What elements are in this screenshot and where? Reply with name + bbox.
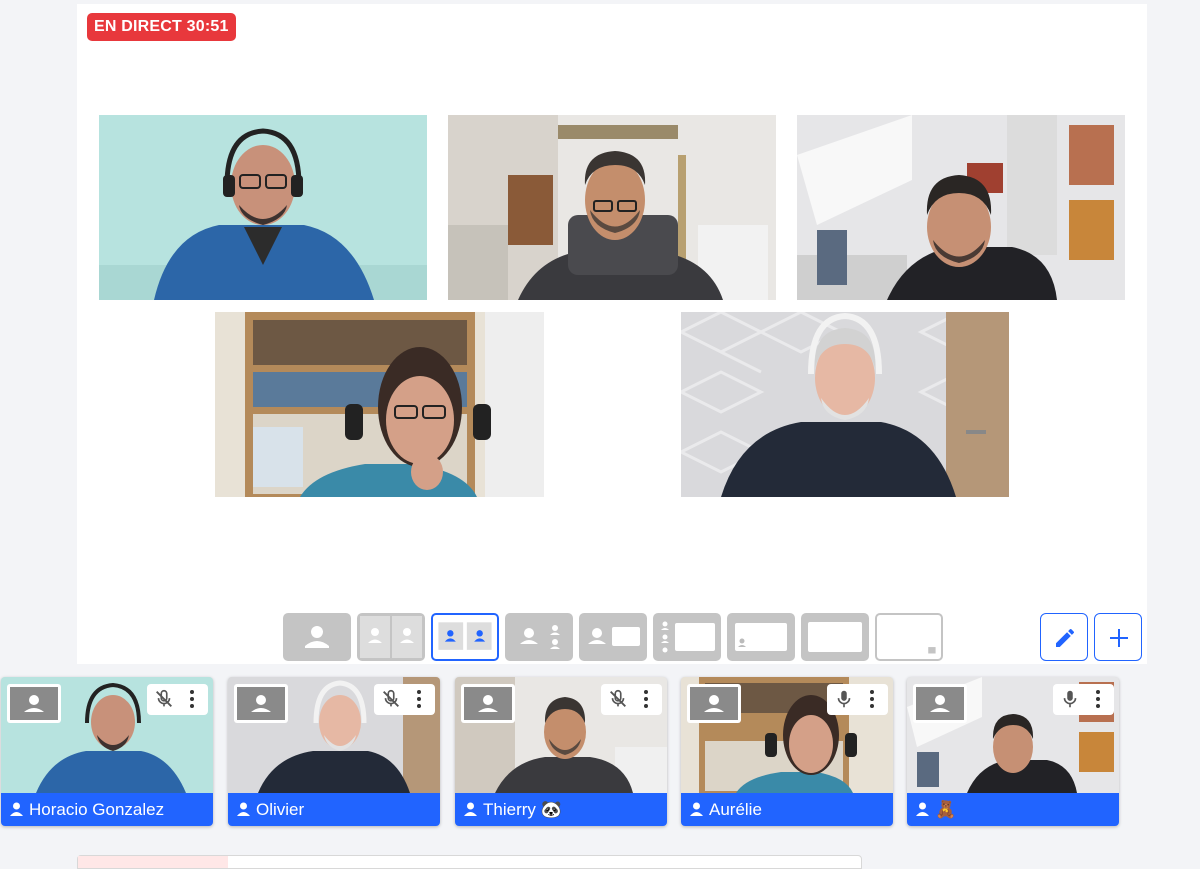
camera-toggle[interactable] — [913, 684, 967, 723]
stage-video-speaker3 — [797, 115, 1125, 300]
participant-tile[interactable]: Aurélie — [681, 677, 893, 826]
participant-name: Thierry 🐼 — [483, 800, 562, 819]
person-icon — [704, 695, 724, 712]
person-icon — [24, 695, 44, 712]
camera-toggle[interactable] — [461, 684, 515, 723]
participant-tile[interactable]: Thierry 🐼 — [455, 677, 667, 826]
layout-speaker-screen-button[interactable] — [579, 613, 647, 661]
layout-screen-corner-button[interactable] — [875, 613, 943, 661]
person-icon — [916, 802, 929, 816]
participant-name-bar: Thierry 🐼 — [455, 793, 667, 826]
participant-name-bar: Aurélie — [681, 793, 893, 826]
participant-name: Horacio Gonzalez — [29, 800, 165, 819]
more-options-icon[interactable] — [865, 688, 879, 710]
person-icon — [690, 802, 703, 816]
tile-controls — [827, 684, 888, 715]
participant-name-bar: 🧸 — [907, 793, 1119, 826]
participant-name-bar: Olivier — [228, 793, 440, 826]
participant-name: Aurélie — [709, 800, 762, 819]
tile-controls — [1053, 684, 1114, 715]
mic-muted-icon[interactable] — [607, 688, 629, 710]
mic-icon[interactable] — [833, 688, 855, 710]
layout-two-selected-button[interactable] — [431, 613, 499, 661]
person-icon — [478, 695, 498, 712]
stage-video-olivier — [681, 312, 1009, 497]
edit-button[interactable] — [1040, 613, 1088, 661]
camera-toggle[interactable] — [7, 684, 61, 723]
person-icon — [237, 802, 250, 816]
camera-toggle[interactable] — [234, 684, 288, 723]
add-button[interactable] — [1094, 613, 1142, 661]
stage-video-thierry — [448, 115, 776, 300]
tile-controls — [601, 684, 662, 715]
plus-icon — [1110, 629, 1128, 647]
camera-toggle[interactable] — [687, 684, 741, 723]
person-icon — [251, 695, 271, 712]
bottom-panel-edge — [77, 855, 862, 869]
tile-controls — [374, 684, 435, 715]
mic-icon[interactable] — [1059, 688, 1081, 710]
participant-name: 🧸 — [935, 800, 957, 819]
mic-muted-icon[interactable] — [153, 688, 175, 710]
participant-name-bar: Horacio Gonzalez — [1, 793, 213, 826]
more-options-icon[interactable] — [1091, 688, 1105, 710]
person-icon — [10, 802, 23, 816]
more-options-icon[interactable] — [412, 688, 426, 710]
layout-main-plus-two-button[interactable] — [505, 613, 573, 661]
mic-muted-icon[interactable] — [380, 688, 402, 710]
person-icon — [464, 802, 477, 816]
person-icon — [930, 695, 950, 712]
participant-tile[interactable]: 🧸 — [907, 677, 1119, 826]
more-options-icon[interactable] — [639, 688, 653, 710]
layout-screen-small-speaker-button[interactable] — [727, 613, 795, 661]
layout-screen-only-button[interactable] — [801, 613, 869, 661]
participant-tile[interactable]: Horacio Gonzalez — [1, 677, 213, 826]
stage-video-aurelie — [215, 312, 544, 497]
stage-video-horacio — [99, 115, 427, 300]
live-stage: EN DIRECT 30:51 — [77, 4, 1147, 664]
layout-single-button[interactable] — [283, 613, 351, 661]
live-badge: EN DIRECT 30:51 — [87, 13, 236, 41]
layout-list-screen-button[interactable] — [653, 613, 721, 661]
participant-name: Olivier — [256, 800, 305, 819]
participant-strip: Horacio Gonzalez Olivier Thierry 🐼 Aurél… — [0, 677, 1200, 827]
more-options-icon[interactable] — [185, 688, 199, 710]
layout-two-button[interactable] — [357, 613, 425, 661]
tile-controls — [147, 684, 208, 715]
pencil-icon — [1056, 629, 1074, 647]
participant-tile[interactable]: Olivier — [228, 677, 440, 826]
